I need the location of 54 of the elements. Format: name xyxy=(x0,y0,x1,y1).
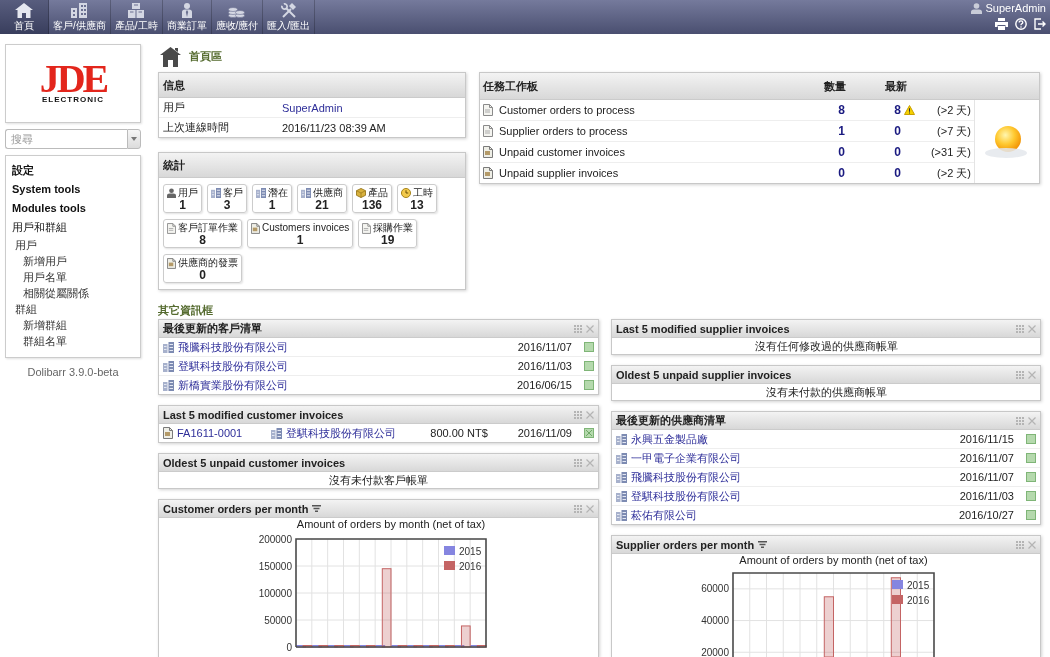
panel-title: Last 5 modified customer invoices xyxy=(163,408,344,421)
amount-text: 800.00 NT$ xyxy=(430,427,488,439)
task-label: Unpaid supplier invoices xyxy=(499,167,619,179)
panel-title: Last 5 modified supplier invoices xyxy=(616,322,790,335)
axis-tick-label: 40000 xyxy=(701,615,729,627)
legend-label: 2015 xyxy=(907,579,930,591)
panel-title: 信息 xyxy=(163,77,185,93)
date-text: 2016/11/03 xyxy=(517,360,572,372)
empty-message: 沒有任何修改過的供應商帳單 xyxy=(753,339,899,354)
axis-tick-label: 20000 xyxy=(701,646,729,657)
delay-text: (>31 天) xyxy=(930,144,971,160)
version-text: Dolibarr 3.9.0-beta xyxy=(26,366,120,378)
panel-title: 統計 xyxy=(163,157,185,173)
field-label: 用戶 xyxy=(163,100,186,115)
task-label: Customer orders to process xyxy=(499,104,635,116)
task-label: Supplier orders to process xyxy=(499,125,628,137)
axis-tick-label: 100000 xyxy=(258,587,292,599)
page-title: 首頁區 xyxy=(189,48,222,64)
section-title: 其它資訊框 xyxy=(158,303,214,317)
task-label: Unpaid customer invoices xyxy=(499,146,625,158)
axis-tick-label: 60000 xyxy=(701,583,729,595)
date-text: 2016/11/03 xyxy=(959,490,1014,502)
delay-text: (>2 天) xyxy=(937,165,971,181)
axis-tick-label: 200000 xyxy=(258,533,292,545)
empty-message: 沒有未付款客戶帳單 xyxy=(328,473,429,488)
legend-label: 2016 xyxy=(907,594,930,606)
delay-text: (>2 天) xyxy=(937,102,971,118)
field-label: 上次連線時間 xyxy=(163,120,230,135)
date-text: 2016/11/09 xyxy=(517,427,572,439)
panel-title: Oldest 5 unpaid customer invoices xyxy=(163,456,346,469)
column-header: 最新 xyxy=(884,78,907,94)
legend-label: 2015 xyxy=(459,545,482,557)
date-text: 2016/06/15 xyxy=(516,379,572,391)
empty-message: 沒有未付款的供應商帳單 xyxy=(764,385,888,400)
date-text: 2016/11/07 xyxy=(959,452,1014,464)
legend-label: 2016 xyxy=(459,560,482,572)
chart-title: Amount of orders by month (net of tax) xyxy=(296,518,486,530)
date-text: 2016/11/07 xyxy=(517,341,572,353)
panel-title: 任務工作板 xyxy=(483,78,538,94)
column-header: 數量 xyxy=(824,78,846,94)
date-text: 2016/11/15 xyxy=(959,433,1014,445)
axis-tick-label: 0 xyxy=(286,641,292,653)
panel-title: Oldest 5 unpaid supplier invoices xyxy=(616,368,792,381)
delay-text: (>7 天) xyxy=(937,123,971,139)
axis-tick-label: 150000 xyxy=(258,560,292,572)
panel-title: 最後更新的供應商清單 xyxy=(616,413,726,428)
field-value: 2016/11/23 08:39 AM xyxy=(282,121,386,134)
panel-title: Customer orders per month xyxy=(163,502,309,515)
date-text: 2016/10/27 xyxy=(958,509,1014,521)
panel-title: 最後更新的客戶清單 xyxy=(163,321,262,336)
chart-title: Amount of orders by month (net of tax) xyxy=(739,554,928,566)
date-text: 2016/11/07 xyxy=(959,471,1014,483)
axis-tick-label: 50000 xyxy=(264,614,292,626)
panel-title: Supplier orders per month xyxy=(616,538,755,551)
